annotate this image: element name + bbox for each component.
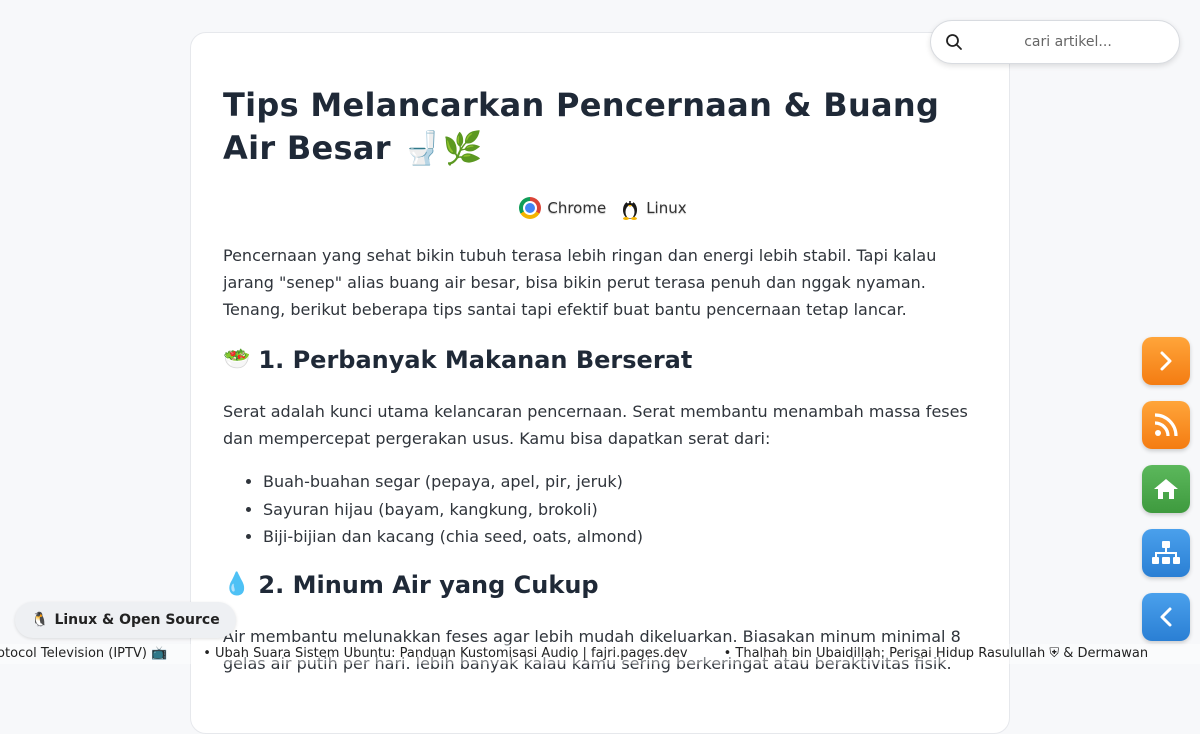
penguin-icon: 🐧 bbox=[31, 612, 49, 628]
ticker-item[interactable]: • Thalhah bin Ubaidillah: Perisai Hidup … bbox=[724, 644, 1148, 664]
chevron-right-icon bbox=[1160, 351, 1172, 371]
search-input[interactable] bbox=[971, 29, 1165, 55]
search-box bbox=[930, 20, 1180, 64]
sitemap-icon bbox=[1152, 541, 1180, 564]
section-heading-fiber-text: 1. Perbanyak Makanan Berserat bbox=[258, 346, 693, 374]
rss-icon bbox=[1154, 413, 1178, 437]
list-item: Sayuran hijau (bayam, kangkung, brokoli) bbox=[263, 496, 983, 524]
salad-icon: 🥗 bbox=[223, 347, 251, 372]
platform-badges: Chrome Linux bbox=[223, 196, 983, 220]
next-button[interactable] bbox=[1142, 337, 1190, 385]
category-pill-label: Linux & Open Source bbox=[54, 612, 220, 628]
list-item: Buah-buahan segar (pepaya, apel, pir, je… bbox=[263, 468, 983, 496]
section-heading-water-text: 2. Minum Air yang Cukup bbox=[258, 570, 599, 599]
tux-icon bbox=[623, 200, 638, 220]
section-heading-fiber: 🥗 1. Perbanyak Makanan Berserat bbox=[223, 344, 983, 376]
home-button[interactable] bbox=[1142, 465, 1190, 513]
fiber-list: Buah-buahan segar (pepaya, apel, pir, je… bbox=[223, 468, 983, 551]
article-content: Tips Melancarkan Pencernaan & Buang Air … bbox=[223, 84, 983, 677]
news-ticker: rotocol Television (IPTV) 📺 • Ubah Suara… bbox=[0, 644, 1200, 664]
ticker-item[interactable]: • Ubah Suara Sistem Ubuntu: Panduan Kust… bbox=[203, 644, 687, 664]
section-fiber-paragraph: Serat adalah kunci utama kelancaran penc… bbox=[223, 402, 968, 448]
home-icon bbox=[1154, 479, 1178, 499]
search-icon[interactable] bbox=[945, 33, 963, 51]
ticker-item[interactable]: rotocol Television (IPTV) 📺 bbox=[0, 644, 167, 664]
sitemap-button[interactable] bbox=[1142, 529, 1190, 577]
list-item: Biji-bijian dan kacang (chia seed, oats,… bbox=[263, 523, 983, 551]
article-title: Tips Melancarkan Pencernaan & Buang Air … bbox=[223, 86, 940, 167]
section-heading-water: 💧 2. Minum Air yang Cukup bbox=[223, 569, 983, 601]
badge-chrome: Chrome bbox=[519, 197, 606, 219]
badge-linux: Linux bbox=[620, 196, 687, 220]
badge-chrome-label: Chrome bbox=[547, 199, 607, 217]
droplet-icon: 💧 bbox=[223, 571, 251, 597]
rss-button[interactable] bbox=[1142, 401, 1190, 449]
intro-paragraph: Pencernaan yang sehat bikin tubuh terasa… bbox=[223, 246, 937, 319]
ticker-track: rotocol Television (IPTV) 📺 • Ubah Suara… bbox=[0, 644, 1148, 664]
chrome-icon bbox=[519, 197, 542, 219]
back-button[interactable] bbox=[1142, 593, 1190, 641]
category-pill[interactable]: 🐧 Linux & Open Source bbox=[15, 602, 236, 638]
badge-linux-label: Linux bbox=[646, 199, 687, 217]
chevron-left-icon bbox=[1160, 607, 1172, 627]
